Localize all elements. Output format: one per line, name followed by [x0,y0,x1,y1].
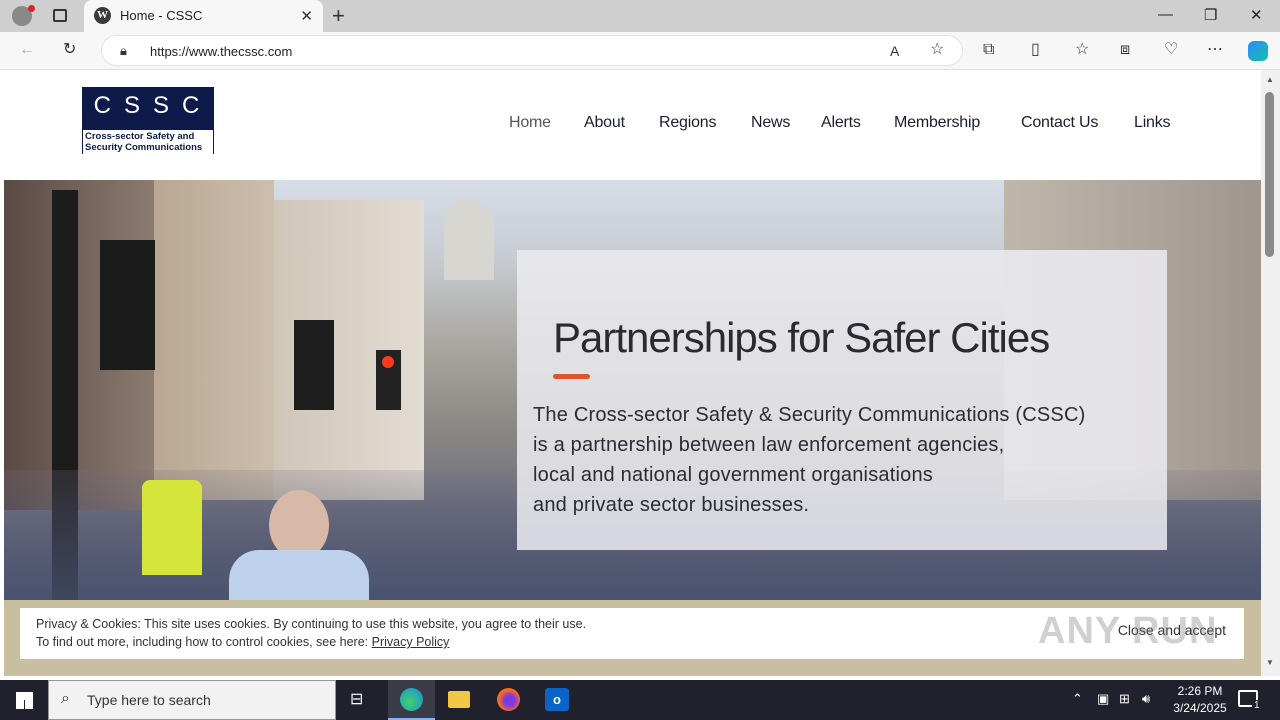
building-left-2 [154,180,274,500]
address-bar[interactable]: 🔒︎ https://www.thecssc.com A ☆ [101,35,963,66]
taskbar-clock[interactable]: 2:26 PM 3/24/2025 [1160,683,1240,717]
profile-alert-dot [28,5,35,12]
windows-start-icon[interactable] [16,692,33,709]
nav-news[interactable]: News [751,114,790,132]
wordpress-icon: W [94,7,111,24]
restore-button[interactable]: ❐ [1204,6,1217,24]
logo-letters: CSSC [93,92,213,119]
minimize-button[interactable]: — [1158,6,1173,23]
traffic-light [100,240,155,370]
clock-time: 2:26 PM [1177,684,1223,698]
firefox-icon[interactable] [497,688,520,711]
tab-actions-icon[interactable] [53,9,67,22]
hero-line: and private sector businesses. [533,494,810,516]
clock-date: 3/24/2025 [1173,701,1227,715]
building-dome [444,200,494,280]
anyrun-watermark: ANY RUN [1038,610,1218,652]
traffic-light-2 [294,320,334,410]
browser-essentials-icon[interactable]: ♡ [1164,41,1178,59]
search-placeholder: Type here to search [87,692,211,708]
nav-contact-us[interactable]: Contact Us [1021,114,1098,132]
tray-overflow-icon[interactable]: ⌃ [1072,691,1083,707]
split-screen-icon[interactable]: ▯ [1031,41,1040,59]
nav-about[interactable]: About [584,114,625,132]
hero-banner-image: Partnerships for Safer Cities The Cross-… [4,180,1261,610]
browser-title-bar: W Home - CSSC ✕ + — ❐ ✕ [0,0,1280,32]
read-aloud-icon[interactable]: A [890,42,899,60]
close-window-button[interactable]: ✕ [1250,6,1263,24]
more-menu-icon[interactable]: ⋯ [1207,41,1223,59]
hero-title: Partnerships for Safer Cities [553,314,1050,361]
cookie-line-2: To find out more, including how to contr… [36,633,586,651]
web-page: CSSC Cross-sector Safety and Security Co… [4,70,1261,676]
outlook-icon[interactable]: o [545,688,569,711]
device-icon[interactable]: ▣ [1097,691,1109,707]
collections-icon[interactable]: ⧈ [1120,41,1130,59]
back-icon[interactable]: ← [19,41,35,59]
windows-taskbar: ⌕ Type here to search ⊟ o ⌃ ▣ ⊞ 🔊︎ 2:26 … [0,680,1280,720]
notification-count: 1 [1252,700,1262,711]
browser-tab-active[interactable]: W Home - CSSC ✕ [84,0,323,32]
nav-regions[interactable]: Regions [659,114,717,132]
page-scrollbar[interactable]: ▲ ▼ [1261,70,1280,676]
hero-line: local and national government organisati… [533,464,933,486]
tab-title: Home - CSSC [120,8,203,23]
favorites-icon[interactable]: ☆ [1075,41,1089,59]
site-logo[interactable]: CSSC Cross-sector Safety and Security Co… [82,87,214,155]
police-officer [142,480,202,575]
edge-icon [400,688,423,711]
red-signal [382,356,394,368]
refresh-icon[interactable]: ↻ [63,41,76,59]
scrollbar-thumb[interactable] [1265,92,1274,257]
scroll-up-arrow[interactable]: ▲ [1266,75,1274,84]
copilot-icon[interactable] [1248,41,1268,61]
privacy-policy-link[interactable]: Privacy Policy [372,635,450,649]
hero-line: is a partnership between law enforcement… [533,434,1005,456]
scroll-down-arrow[interactable]: ▼ [1266,658,1274,667]
url-text: https://www.thecssc.com [150,44,293,59]
hero-line: The Cross-sector Safety & Security Commu… [533,404,1086,426]
hero-text-panel: Partnerships for Safer Cities The Cross-… [517,250,1167,550]
edge-taskbar-icon[interactable] [388,680,435,720]
network-icon[interactable]: ⊞ [1119,691,1130,707]
favorite-star-icon[interactable]: ☆ [930,41,944,59]
task-view-icon[interactable]: ⊟ [350,689,363,709]
browser-toolbar: ← ↻ 🔒︎ https://www.thecssc.com A ☆ ⧉ ▯ ☆… [0,32,1280,70]
new-tab-button[interactable]: + [332,3,345,29]
nav-alerts[interactable]: Alerts [821,114,861,132]
extensions-icon[interactable]: ⧉ [983,41,994,59]
close-tab-icon[interactable]: ✕ [300,7,313,25]
cookie-text: Privacy & Cookies: This site uses cookie… [36,615,586,651]
nav-membership[interactable]: Membership [894,114,980,132]
search-icon: ⌕ [61,690,70,707]
hero-description: The Cross-sector Safety & Security Commu… [533,400,1153,520]
cookie-line-1: Privacy & Cookies: This site uses cookie… [36,617,587,631]
nav-home[interactable]: Home [509,114,551,132]
volume-icon[interactable]: 🔊︎ [1142,691,1150,707]
lock-icon[interactable]: 🔒︎ [120,42,127,60]
nav-links[interactable]: Links [1134,114,1171,132]
logo-subtitle: Cross-sector Safety and Security Communi… [83,130,213,155]
taskbar-search-box[interactable]: ⌕ Type here to search [48,680,336,720]
cookie-line-2-text: To find out more, including how to contr… [36,635,369,649]
file-explorer-icon[interactable] [448,691,470,708]
hero-accent-rule [553,374,590,379]
